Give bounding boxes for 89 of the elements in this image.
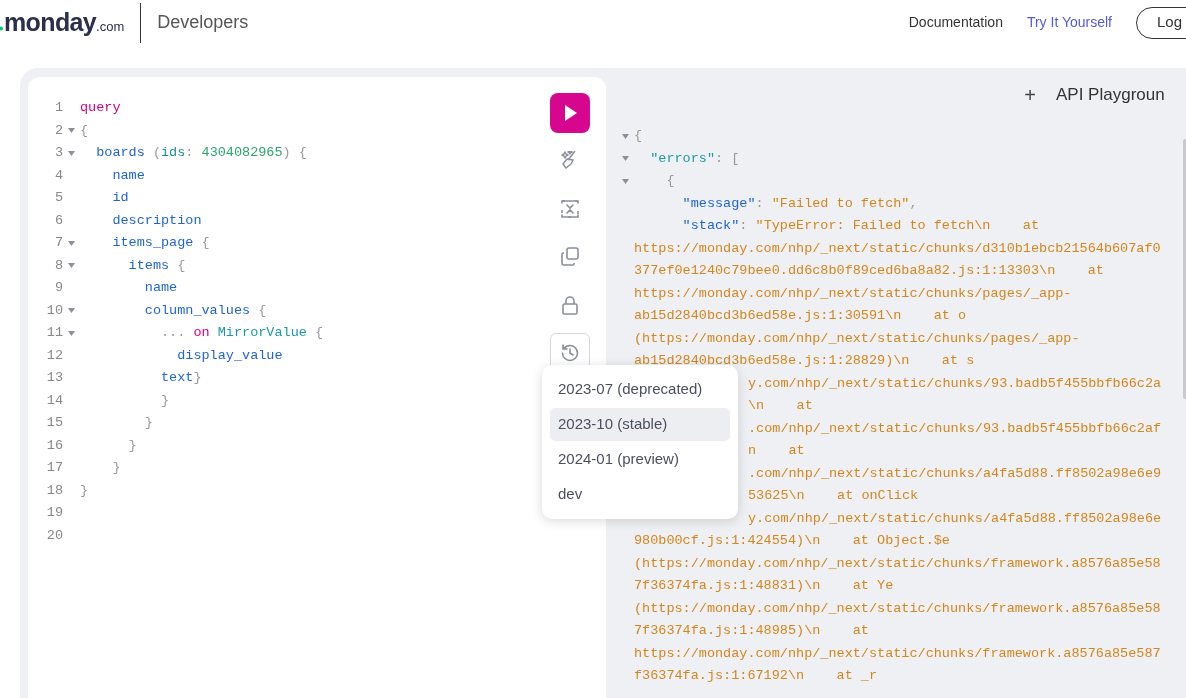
code-line: "stack": "TypeError: Failed to fetch\n at — [681, 217, 1040, 236]
add-tab-button[interactable]: + — [1024, 80, 1036, 110]
code-line: https://monday.com/nhp/_next/static/chunks/d310b1ebcb21564b607af0 — [634, 239, 1161, 258]
code-line: 53625\n at onClick — [748, 487, 919, 506]
line-number: 14 — [45, 391, 63, 410]
fold-icon[interactable] — [622, 156, 629, 162]
code-line: description — [111, 211, 202, 230]
tab-title[interactable]: API Playgroun — [1056, 82, 1186, 108]
nav-link[interactable]: Documentation — [908, 12, 1003, 33]
line-number: 7 — [53, 234, 63, 253]
code-line: (https://monday.com/nhp/_next/static/chunks/framework.a8576a85e58 — [634, 599, 1161, 618]
lock-icon — [561, 295, 579, 315]
line-number: 10 — [45, 301, 63, 320]
line-number: 3 — [53, 144, 63, 163]
code-line: } — [160, 391, 170, 410]
line-number: 12 — [45, 346, 63, 365]
fold-icon[interactable] — [68, 330, 75, 336]
line-number: 20 — [45, 526, 63, 545]
code-line: items { — [127, 256, 186, 275]
code-line: 7f36374fa.js:1:48985)\n at — [634, 622, 869, 641]
logo[interactable]: monday — [4, 3, 97, 42]
section-title: Developers — [157, 11, 249, 34]
code-line: .com/nhp/_next/static/chunks/93.badb5f455bbfb66c2af — [748, 419, 1162, 438]
fold-icon[interactable] — [68, 150, 75, 156]
code-line: y.com/nhp/_next/static/chunks/93.badb5f455bbfb66c2a — [748, 374, 1162, 393]
menu-item[interactable]: dev — [550, 478, 730, 511]
code-line: display_value — [176, 346, 283, 365]
line-number: 13 — [45, 369, 63, 388]
code-line: y.com/nhp/_next/static/chunks/a4fa5d88.ff8502a98e6e — [748, 509, 1162, 528]
code-line: items_page { — [111, 234, 210, 253]
code-line: id — [111, 189, 129, 208]
code-line: (https://monday.com/nhp/_next/static/chunks/framework.a8576a85e58 — [634, 554, 1161, 573]
collapse-icon — [561, 199, 579, 219]
code-line: text} — [160, 369, 202, 388]
code-line: (https://monday.com/nhp/_next/static/chunks/pages/_app- — [634, 329, 1080, 348]
code-line: { — [634, 127, 643, 146]
line-number: 5 — [53, 189, 63, 208]
code-line: } — [127, 436, 137, 455]
line-number: 8 — [53, 256, 63, 275]
code-line: name — [143, 279, 178, 298]
code-line: ... on MirrorValue { — [160, 324, 324, 343]
run-button[interactable] — [550, 93, 590, 133]
fold-icon[interactable] — [68, 128, 75, 134]
line-number: 19 — [45, 504, 63, 523]
code-line: ab15d2840bcd3b6ed58e.js:1:28829)\n at s — [634, 352, 975, 371]
code-line: boards (ids: 4304082965) { — [95, 144, 307, 163]
line-number: 16 — [45, 436, 63, 455]
code-line: n at — [748, 442, 805, 461]
code-line: f36374fa.js:1:67192\n at _r — [634, 667, 878, 686]
sparkle-brush-icon — [561, 151, 579, 171]
code-line: query — [80, 99, 121, 118]
line-number: 15 — [45, 414, 63, 433]
code-line: "errors": [ — [649, 149, 740, 168]
menu-item[interactable]: 2023-07 (deprecated) — [550, 373, 730, 406]
history-icon — [561, 343, 579, 363]
code-line: 980b00cf.js:1:424554)\n at Object.$e — [634, 532, 950, 551]
line-number: 6 — [53, 211, 63, 230]
fold-icon[interactable] — [68, 240, 75, 246]
code-line: https://monday.com/nhp/_next/static/chunks/framework.a8576a85e587 — [634, 644, 1161, 663]
nav-link[interactable]: Try It Yourself — [1026, 12, 1112, 33]
code-line: { — [80, 121, 89, 140]
code-line: { — [665, 172, 675, 191]
line-number: 18 — [45, 481, 63, 500]
logo-suffix: .com — [96, 18, 125, 34]
line-number: 9 — [53, 279, 63, 298]
code-line: } — [143, 414, 153, 433]
menu-item[interactable]: 2024-01 (preview) — [550, 443, 730, 476]
line-number: 2 — [53, 121, 63, 140]
line-number: 11 — [45, 324, 63, 343]
line-number: 17 — [45, 459, 63, 478]
code-line: https://monday.com/nhp/_next/static/chunks/pages/_app- — [634, 284, 1072, 303]
code-line: .com/nhp/_next/static/chunks/a4fa5d88.ff8502a98e6e9 — [748, 464, 1162, 483]
code-line: ab15d2840bcd3b6ed58e.js:1:30591\n at o — [634, 307, 967, 326]
line-number: 1 — [53, 99, 63, 118]
fold-icon[interactable] — [622, 133, 629, 139]
code-line: 377ef0e1240c79bee0.dd6c8b0f89ced6ba8a82.js:1:13303\n at — [634, 262, 1104, 281]
menu-item[interactable]: 2023-10 (stable) — [550, 408, 730, 441]
fold-icon[interactable] — [68, 263, 75, 269]
code-line: } — [80, 481, 89, 500]
fold-icon[interactable] — [68, 308, 75, 314]
fold-icon[interactable] — [622, 178, 629, 184]
code-line: "message": "Failed to fetch", — [681, 194, 918, 213]
code-line: } — [111, 459, 121, 478]
code-line: name — [111, 166, 145, 185]
code-line: \n at — [748, 397, 813, 416]
copy-icon — [561, 247, 579, 267]
code-line: 7f36374fa.js:1:48831)\n at Ye — [634, 577, 894, 596]
code-line: column_values { — [143, 301, 267, 320]
line-number: 4 — [53, 166, 63, 185]
